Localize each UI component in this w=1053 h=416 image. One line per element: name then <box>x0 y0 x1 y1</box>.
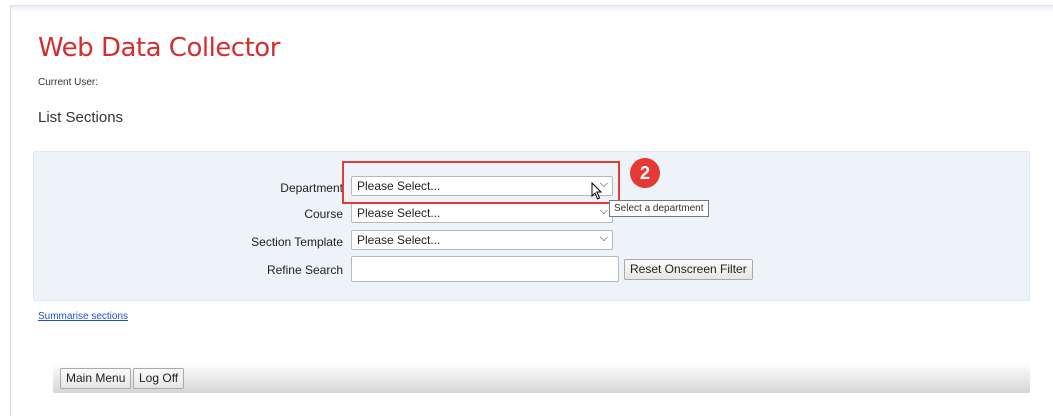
refine-search-input[interactable] <box>351 256 619 282</box>
department-label: Department <box>280 181 343 195</box>
mouse-cursor-icon <box>591 182 603 200</box>
department-select-value: Please Select... <box>357 179 441 193</box>
chevron-down-icon: ⌵ <box>599 205 608 217</box>
course-select[interactable]: Please Select... ⌵ <box>351 203 613 223</box>
log-off-button[interactable]: Log Off <box>133 368 185 389</box>
page-heading: List Sections <box>38 109 124 126</box>
app-title: Web Data Collector <box>38 33 280 63</box>
course-select-value: Please Select... <box>357 206 441 220</box>
department-select[interactable]: Please Select... ⌵ <box>351 176 613 196</box>
summarise-sections-link[interactable]: Summarise sections <box>38 311 128 322</box>
section-template-label: Section Template <box>251 235 343 249</box>
course-label: Course <box>304 207 343 221</box>
main-menu-button[interactable]: Main Menu <box>60 368 132 389</box>
current-user-label: Current User: <box>38 77 99 88</box>
step-badge: 2 <box>630 158 660 188</box>
chevron-down-icon: ⌵ <box>599 232 608 244</box>
reset-onscreen-filter-button[interactable]: Reset Onscreen Filter <box>624 259 753 280</box>
refine-search-label: Refine Search <box>266 263 343 277</box>
department-tooltip: Select a department <box>609 200 709 217</box>
window-top-edge <box>11 6 1053 12</box>
section-template-select[interactable]: Please Select... ⌵ <box>351 230 613 250</box>
footer-bar <box>53 363 1030 393</box>
section-template-select-value: Please Select... <box>357 233 441 247</box>
